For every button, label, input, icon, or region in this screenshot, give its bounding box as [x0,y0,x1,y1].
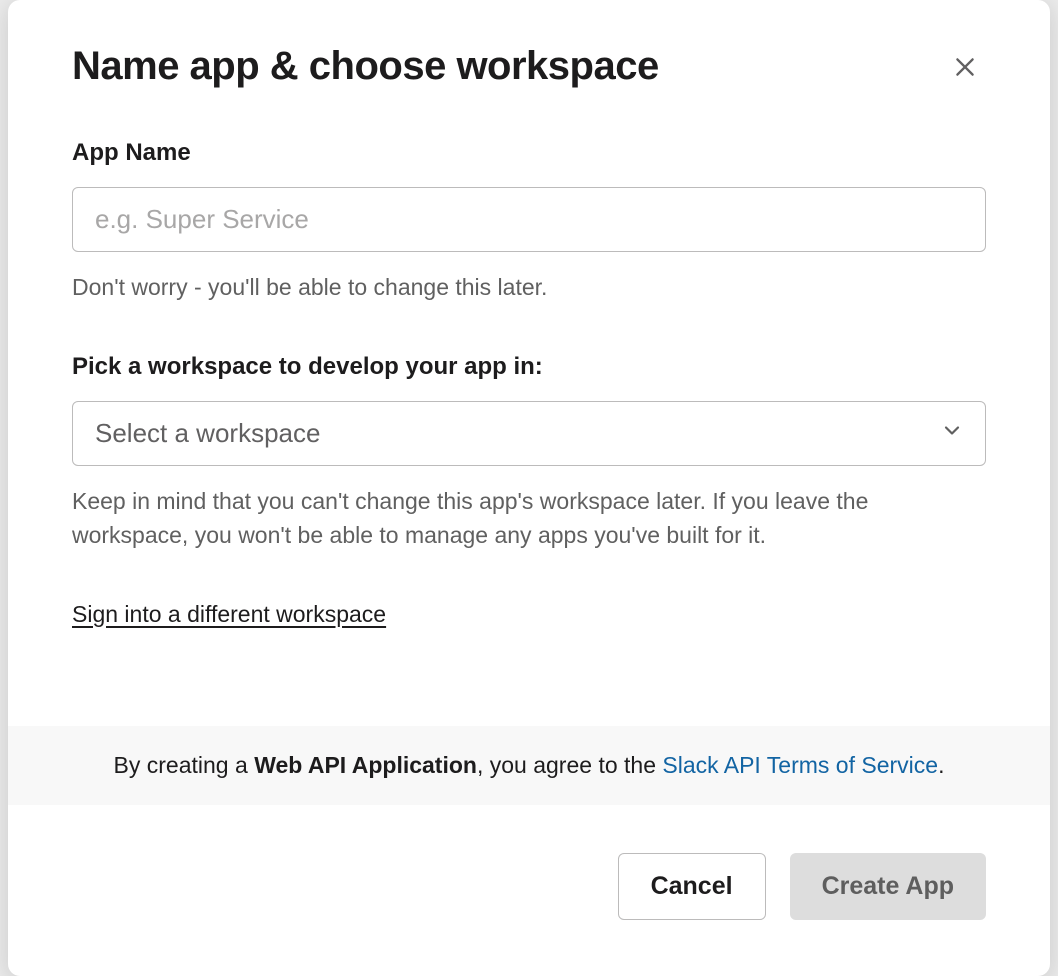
modal-header: Name app & choose workspace [8,0,1050,91]
workspace-help: Keep in mind that you can't change this … [72,484,986,553]
sign-in-different-workspace-link[interactable]: Sign into a different workspace [72,601,386,628]
app-name-label: App Name [72,139,986,167]
app-name-group: App Name Don't worry - you'll be able to… [72,139,986,305]
close-button[interactable] [944,46,986,91]
modal-title: Name app & choose workspace [72,42,659,90]
cancel-button[interactable]: Cancel [618,853,766,920]
modal-footer: Cancel Create App [8,805,1050,976]
terms-bold: Web API Application [254,752,477,778]
terms-bar: By creating a Web API Application, you a… [8,726,1050,805]
workspace-select[interactable]: Select a workspace [72,401,986,466]
create-app-button[interactable]: Create App [790,853,986,920]
workspace-group: Pick a workspace to develop your app in:… [72,353,986,553]
terms-prefix: By creating a [114,752,255,778]
modal-body: App Name Don't worry - you'll be able to… [8,91,1050,726]
app-name-help: Don't worry - you'll be able to change t… [72,270,986,305]
app-name-input[interactable] [72,187,986,252]
terms-of-service-link[interactable]: Slack API Terms of Service [662,752,938,778]
create-app-modal: Name app & choose workspace App Name Don… [8,0,1050,976]
terms-mid: , you agree to the [477,752,662,778]
terms-suffix: . [938,752,944,778]
close-icon [952,54,978,83]
workspace-label: Pick a workspace to develop your app in: [72,353,986,381]
